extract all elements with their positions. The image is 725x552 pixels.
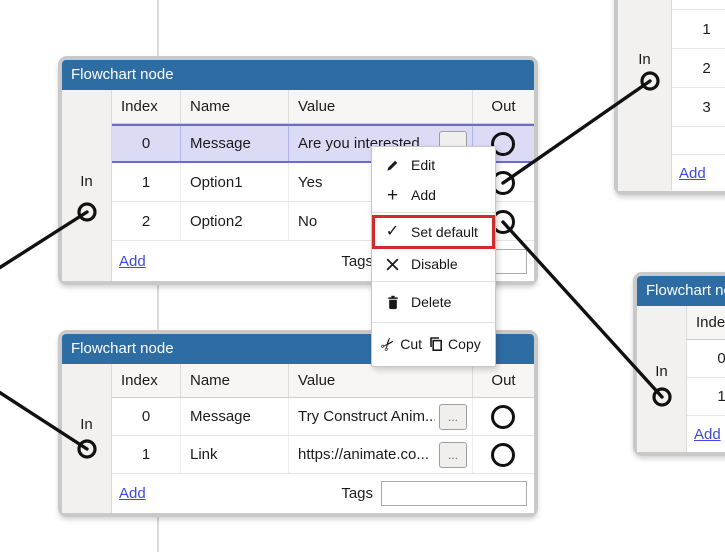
cell-index: 0 [141, 135, 151, 152]
cell-index: 0 [141, 408, 151, 425]
in-port-label: In [80, 416, 93, 433]
column-header-name: Name [180, 90, 288, 123]
cell-value: Try Construct Anim... ... [288, 398, 472, 435]
tags-label: Tags [341, 252, 373, 270]
in-port-label: In [655, 363, 668, 380]
table-row[interactable]: 3 [672, 88, 725, 127]
node-in-area: In [62, 90, 112, 281]
cell-value: https://animate.co... ... [288, 436, 472, 473]
edit-value-button[interactable]: ... [439, 441, 467, 468]
menu-item-set-default[interactable]: ✓ Set default [372, 215, 495, 249]
column-header-out: Out [472, 364, 534, 397]
column-header-index: Index [121, 98, 158, 115]
in-port-label: In [80, 173, 93, 190]
menu-item-label: Cut [400, 336, 423, 352]
menu-item-delete[interactable]: Delete [372, 284, 495, 320]
add-row-link[interactable]: Add [119, 485, 146, 502]
cell-index: 3 [702, 98, 711, 116]
column-header-name: Name [180, 364, 288, 397]
menu-separator [372, 322, 495, 323]
context-menu: Edit + Add ✓ Set default Disable Delete [371, 146, 496, 367]
node-in-area: In [637, 306, 687, 452]
copy-icon [428, 336, 443, 352]
menu-item-label: Set default [411, 224, 478, 240]
flowchart-node-right-middle: Flowchart node In Index Name Value Out 0… [633, 272, 725, 456]
cell-name: Link [180, 436, 288, 473]
x-icon [383, 258, 402, 271]
menu-item-label: Copy [448, 336, 481, 352]
menu-item-add[interactable]: + Add [372, 180, 495, 210]
cell-index: 1 [702, 20, 711, 38]
add-row-link[interactable]: Add [694, 426, 721, 443]
cell-index: 1 [717, 388, 725, 405]
column-header-out: Out [472, 90, 534, 123]
cell-index: 2 [702, 59, 711, 77]
menu-item-disable[interactable]: Disable [372, 249, 495, 279]
table-row[interactable]: 2 [672, 49, 725, 88]
trash-icon [383, 295, 402, 310]
node-footer: Add [687, 416, 725, 452]
check-icon: ✓ [385, 223, 400, 240]
column-header-index: Index [121, 372, 158, 389]
table-header: Index Name Value Out [112, 90, 534, 124]
tags-label: Tags [341, 485, 373, 502]
cell-index: 1 [141, 446, 151, 463]
table-row-empty [672, 127, 725, 155]
add-row-link[interactable]: Add [119, 253, 146, 270]
node-footer: Add [672, 155, 725, 191]
menu-item-label: Delete [411, 294, 452, 310]
node-in-area: In [618, 0, 672, 191]
table-header: Index Name Value Out [687, 306, 725, 340]
add-row-link[interactable]: Add [679, 165, 706, 182]
node-title-bar[interactable]: Flowchart node [637, 276, 725, 306]
flowchart-canvas: Flowchart node In Index Name Value Out 0… [0, 0, 725, 552]
cell-name: Option1 [180, 163, 288, 201]
cell-index: 0 [672, 0, 725, 9]
pencil-icon [383, 158, 402, 173]
cell-index: 2 [141, 212, 151, 230]
cell-out [472, 398, 534, 435]
in-port-label: In [638, 51, 651, 68]
node-title: Flowchart node [71, 66, 174, 83]
flowchart-node-top-right: Flowchart node In Index Name Value Out 0… [614, 0, 725, 195]
cell-name: Message [180, 126, 288, 161]
cell-name: Message [180, 398, 288, 435]
table-row[interactable]: 0 [672, 0, 725, 10]
cell-name: Option2 [180, 202, 288, 240]
cell-index: 1 [141, 173, 151, 191]
column-header-value: Value [288, 90, 472, 123]
table-row[interactable]: 1 Link https://animate.co... ... [112, 436, 534, 474]
menu-item-label: Disable [411, 256, 458, 272]
node-title: Flowchart node [71, 340, 174, 357]
node-title: Flowchart node [646, 282, 725, 299]
table-header: Index Name Value Out [112, 364, 534, 398]
plus-icon: + [386, 184, 399, 206]
menu-separator [372, 281, 495, 282]
menu-separator [372, 212, 495, 213]
table-row[interactable]: 1 [672, 10, 725, 49]
node-in-area: In [62, 364, 112, 513]
edit-value-button[interactable]: ... [439, 403, 467, 430]
column-header-index: Index [696, 314, 725, 331]
menu-item-label: Add [411, 187, 436, 203]
menu-item-edit[interactable]: Edit [372, 150, 495, 180]
cell-out [472, 436, 534, 473]
menu-item-cut[interactable]: ✂ Cut [376, 332, 423, 355]
table-row[interactable]: 0 Message Try Construct Anim... ... [112, 398, 534, 436]
menu-item-label: Edit [411, 157, 436, 173]
scissors-icon: ✂ [376, 332, 400, 356]
menu-bottom-row: ✂ Cut Copy [372, 325, 495, 363]
table-row[interactable]: 0 [687, 340, 725, 378]
menu-item-copy[interactable]: Copy [428, 336, 481, 352]
table-row[interactable]: 1 [687, 378, 725, 416]
column-header-value: Value [288, 364, 472, 397]
node-title-bar[interactable]: Flowchart node [62, 60, 534, 90]
node-footer: Add Tags [112, 474, 534, 513]
tags-input[interactable] [381, 481, 527, 506]
cell-index: 0 [717, 350, 725, 367]
